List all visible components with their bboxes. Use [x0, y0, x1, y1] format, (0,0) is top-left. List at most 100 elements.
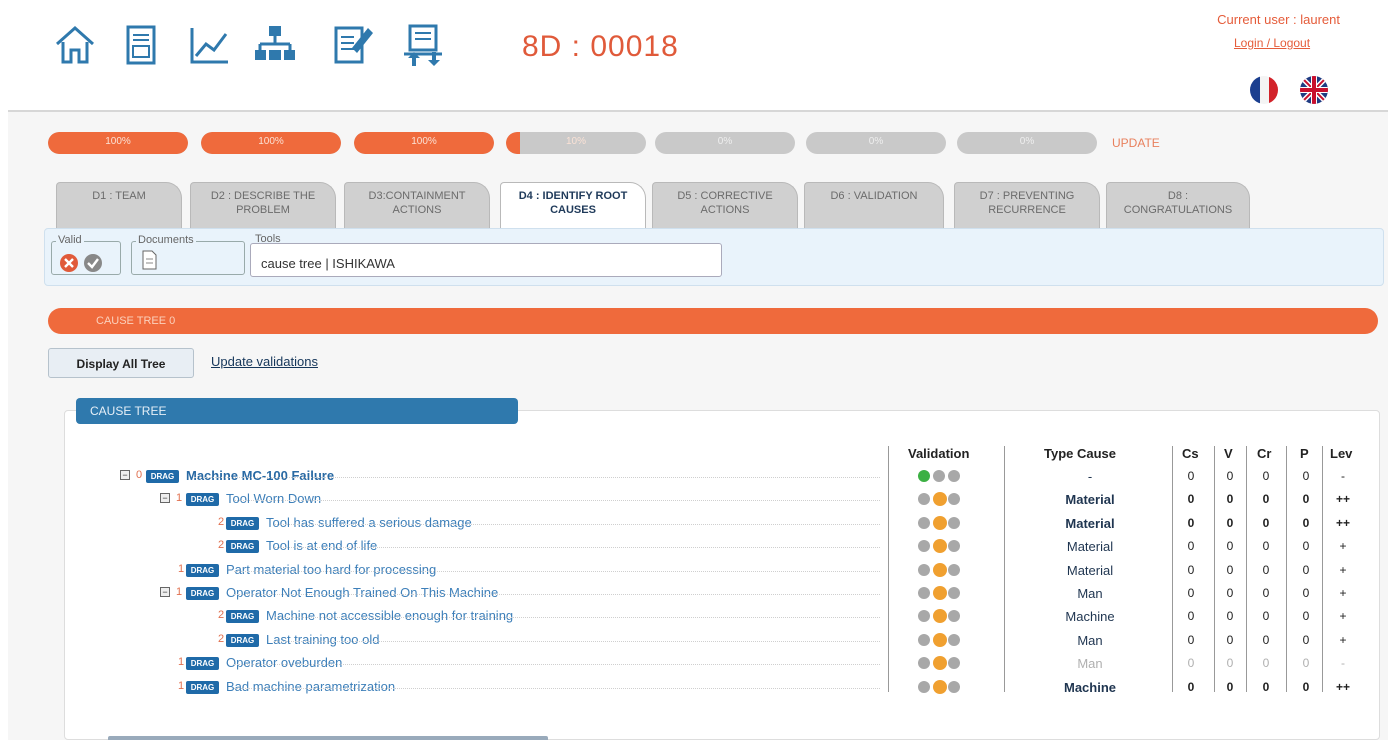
- drag-handle[interactable]: DRAG: [186, 657, 219, 670]
- reject-icon[interactable]: [60, 254, 78, 272]
- tab-d3[interactable]: D3:CONTAINMENT ACTIONS: [344, 182, 490, 228]
- validation-dot-orange[interactable]: [933, 516, 947, 530]
- login-logout-link[interactable]: Login / Logout: [1234, 36, 1310, 50]
- validation-dot-gray[interactable]: [948, 470, 960, 482]
- validation-dot-gray[interactable]: [948, 587, 960, 599]
- chart-icon[interactable]: [186, 22, 232, 68]
- validation-dot-gray[interactable]: [918, 657, 930, 669]
- validation-dot-orange[interactable]: [933, 586, 947, 600]
- type-cause-value: Machine: [1065, 609, 1115, 624]
- validation-dot-gray[interactable]: [948, 564, 960, 576]
- validation-dot-gray[interactable]: [918, 564, 930, 576]
- tab-d2[interactable]: D2 : DESCRIBE THE PROBLEM: [190, 182, 336, 228]
- tab-d6[interactable]: D6 : VALIDATION: [804, 182, 944, 228]
- home-icon[interactable]: [52, 22, 98, 68]
- report-icon[interactable]: [118, 22, 164, 68]
- drag-handle[interactable]: DRAG: [186, 681, 219, 694]
- accept-icon[interactable]: [84, 254, 102, 272]
- cause-tree-tab-label: CAUSE TREE: [90, 404, 167, 418]
- drag-handle[interactable]: DRAG: [186, 564, 219, 577]
- validation-dot-gray[interactable]: [933, 470, 945, 482]
- tab-label-line1: D3:CONTAINMENT: [368, 190, 466, 202]
- collapse-toggle[interactable]: −: [160, 493, 170, 503]
- validation-dot-green[interactable]: [918, 470, 930, 482]
- validation-dot-gray[interactable]: [918, 493, 930, 505]
- cause-name-link[interactable]: Tool has suffered a serious damage: [266, 515, 472, 530]
- cause-tree-header-bar[interactable]: CAUSE TREE 0: [48, 308, 1378, 334]
- validation-dot-gray[interactable]: [918, 587, 930, 599]
- validation-dot-gray[interactable]: [918, 681, 930, 693]
- tab-d7[interactable]: D7 : PREVENTING RECURRENCE: [954, 182, 1100, 228]
- drag-handle[interactable]: DRAG: [226, 540, 259, 553]
- validation-dot-gray[interactable]: [918, 610, 930, 622]
- validation-dot-gray[interactable]: [948, 517, 960, 529]
- validation-dot-orange[interactable]: [933, 492, 947, 506]
- level-number: 2: [218, 539, 225, 551]
- collapse-toggle[interactable]: −: [160, 587, 170, 597]
- score-v: 0: [1226, 539, 1234, 553]
- tab-label-line2: CONGRATULATIONS: [1123, 204, 1233, 216]
- tab-d4[interactable]: D4 : IDENTIFY ROOT CAUSES: [500, 182, 646, 230]
- document-icon[interactable]: [140, 250, 158, 275]
- french-flag-icon[interactable]: [1250, 76, 1278, 104]
- validation-dot-orange[interactable]: [933, 539, 947, 553]
- tab-d1[interactable]: D1 : TEAM: [56, 182, 182, 228]
- drag-handle[interactable]: DRAG: [186, 493, 219, 506]
- validation-dot-gray[interactable]: [948, 634, 960, 646]
- edit-document-icon[interactable]: [330, 22, 376, 68]
- validation-dot-gray[interactable]: [918, 634, 930, 646]
- validation-dot-gray[interactable]: [948, 657, 960, 669]
- cause-name-link[interactable]: Last training too old: [266, 632, 379, 647]
- tab-d5[interactable]: D5 : CORRECTIVE ACTIONS: [652, 182, 798, 228]
- cause-name-link[interactable]: Tool Worn Down: [226, 491, 321, 506]
- validation-dot-gray[interactable]: [948, 610, 960, 622]
- score-cr: 0: [1262, 609, 1270, 623]
- column-type-cause: Type Cause: [1044, 446, 1117, 461]
- score-cr: 0: [1262, 539, 1270, 553]
- validation-dot-gray[interactable]: [918, 540, 930, 552]
- update-validations-link[interactable]: Update validations: [211, 354, 318, 369]
- transfer-icon[interactable]: [400, 22, 446, 68]
- collapse-toggle[interactable]: −: [120, 470, 130, 480]
- column-separator: [1246, 446, 1247, 692]
- validation-dot-orange[interactable]: [933, 633, 947, 647]
- tools-field[interactable]: cause tree | ISHIKAWA: [250, 243, 722, 277]
- display-all-tree-button[interactable]: Display All Tree: [48, 348, 194, 378]
- validation-dot-gray[interactable]: [948, 540, 960, 552]
- documents-label: Documents: [136, 234, 196, 246]
- leader-dots: [194, 477, 880, 478]
- tab-label-line2: RECURRENCE: [988, 204, 1066, 216]
- score-v: 0: [1226, 563, 1234, 577]
- score-lev: +: [1339, 633, 1347, 647]
- validation-dot-orange[interactable]: [933, 563, 947, 577]
- cause-name-link[interactable]: Bad machine parametrization: [226, 679, 395, 694]
- cause-name-link[interactable]: Operator Not Enough Trained On This Mach…: [226, 585, 498, 600]
- validation-dot-gray[interactable]: [918, 517, 930, 529]
- validation-dot-orange[interactable]: [933, 656, 947, 670]
- cause-name-link[interactable]: Part material too hard for processing: [226, 562, 436, 577]
- validation-dot-orange[interactable]: [933, 609, 947, 623]
- update-link[interactable]: UPDATE: [1112, 136, 1160, 150]
- drag-handle[interactable]: DRAG: [226, 610, 259, 623]
- english-flag-icon[interactable]: [1300, 76, 1328, 104]
- cause-name-link[interactable]: Machine not accessible enough for traini…: [266, 608, 513, 623]
- tab-d8[interactable]: D8 : CONGRATULATIONS: [1106, 182, 1250, 228]
- validation-dot-orange[interactable]: [933, 680, 947, 694]
- drag-handle[interactable]: DRAG: [226, 634, 259, 647]
- tree-row: −1 DRAG Operator Not Enough Trained On Thi…: [0, 583, 1396, 603]
- drag-handle[interactable]: DRAG: [226, 517, 259, 530]
- cause-name-link[interactable]: Operator oveburden: [226, 655, 342, 670]
- cause-name-link[interactable]: Machine MC-100 Failure: [186, 468, 334, 483]
- validation-dot-gray[interactable]: [948, 681, 960, 693]
- leader-dots: [234, 594, 880, 595]
- type-cause-value: Machine: [1063, 680, 1116, 695]
- validation-dot-gray[interactable]: [948, 493, 960, 505]
- drag-handle[interactable]: DRAG: [186, 587, 219, 600]
- cause-tree-bar-label: CAUSE TREE 0: [96, 315, 176, 327]
- score-cs: 0: [1187, 656, 1195, 670]
- cause-name-link[interactable]: Tool is at end of life: [266, 538, 377, 553]
- organization-icon[interactable]: [252, 22, 298, 68]
- column-cr: Cr: [1257, 446, 1272, 461]
- drag-handle[interactable]: DRAG: [146, 470, 179, 483]
- level-number: 1: [176, 492, 183, 504]
